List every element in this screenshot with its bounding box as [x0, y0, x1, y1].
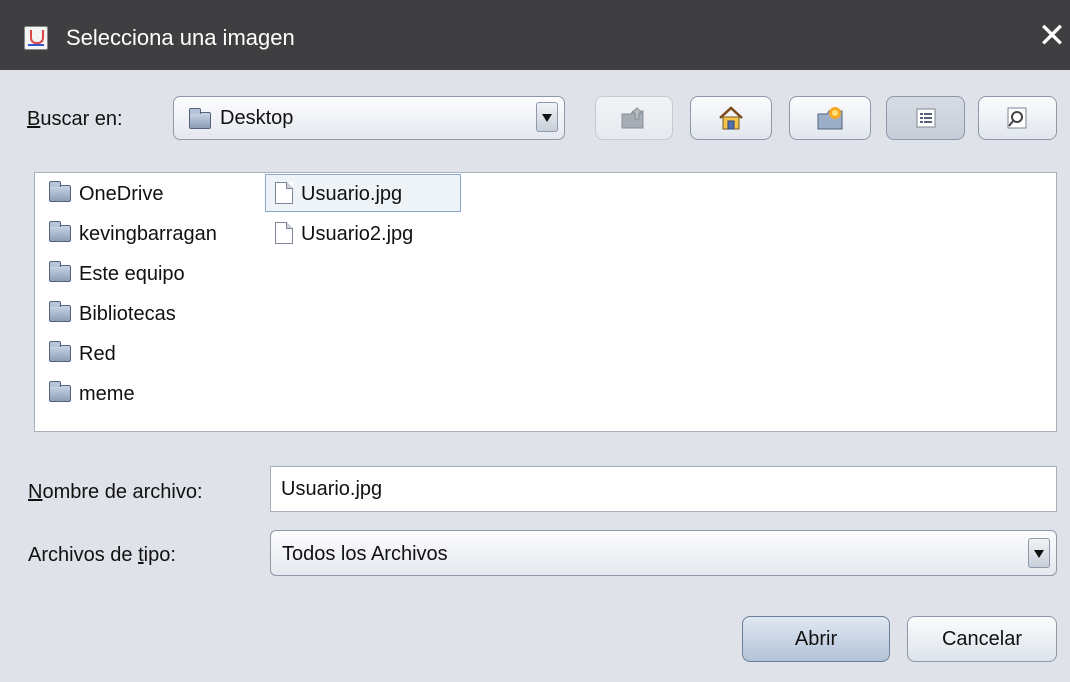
filename-label-mnemonic: N: [28, 481, 43, 503]
item-label: Este equipo: [79, 263, 185, 285]
list-view-button[interactable]: [886, 96, 965, 140]
open-button[interactable]: Abrir: [742, 616, 890, 662]
close-button[interactable]: ✕: [1036, 18, 1068, 54]
list-item[interactable]: kevingbarragan: [49, 215, 217, 253]
item-label: meme: [79, 383, 135, 405]
filetype-value: Todos los Archivos: [282, 543, 448, 565]
up-folder-icon: [621, 107, 644, 129]
file-icon: [275, 222, 293, 245]
item-label: Usuario.jpg: [301, 183, 403, 205]
folder-icon: [49, 300, 71, 322]
java-app-icon: [24, 26, 48, 50]
home-button[interactable]: [690, 96, 772, 140]
details-view-button[interactable]: [978, 96, 1057, 140]
item-label: Red: [79, 343, 116, 365]
lookin-label: Buscar en:: [27, 107, 123, 131]
list-item[interactable]: Bibliotecas: [49, 295, 176, 333]
filetype-label-text: Archivos de: [28, 544, 139, 566]
filetype-label: Archivos de tipo:: [28, 543, 176, 567]
list-item[interactable]: OneDrive: [49, 175, 163, 213]
folder-icon: [49, 220, 71, 242]
list-item[interactable]: meme: [49, 375, 135, 413]
item-label: OneDrive: [79, 183, 164, 205]
folder-icon: [49, 260, 71, 282]
folder-icon: [49, 180, 71, 202]
lookin-label-mnemonic: B: [27, 108, 41, 130]
chevron-down-icon[interactable]: [1028, 538, 1050, 568]
cancel-button[interactable]: Cancelar: [907, 616, 1057, 662]
filetype-label-suffix: ipo:: [143, 544, 176, 566]
folder-icon: [49, 340, 71, 362]
list-item-selected[interactable]: Usuario.jpg: [265, 174, 461, 212]
window-title: Selecciona una imagen: [66, 25, 295, 50]
chevron-down-icon[interactable]: [536, 102, 558, 132]
list-item[interactable]: Red: [49, 335, 116, 373]
title-bar: Selecciona una imagen ✕: [0, 0, 1070, 70]
up-folder-button[interactable]: [595, 96, 673, 140]
lookin-dropdown[interactable]: Desktop: [173, 96, 565, 140]
item-label: Usuario2.jpg: [301, 223, 414, 245]
new-folder-icon: [817, 107, 843, 130]
folder-icon: [49, 380, 71, 402]
new-folder-button[interactable]: [789, 96, 871, 140]
list-view-icon: [916, 108, 935, 128]
filename-label-text: ombre de archivo:: [42, 481, 203, 503]
lookin-label-text: uscar en:: [40, 108, 123, 130]
item-label: kevingbarragan: [79, 223, 217, 245]
file-list[interactable]: OneDrive kevingbarragan Este equipo Bibl…: [34, 172, 1057, 432]
home-icon: [719, 106, 743, 130]
list-item[interactable]: Este equipo: [49, 255, 185, 293]
filename-label: Nombre de archivo:: [28, 480, 203, 504]
lookin-value: Desktop: [220, 107, 294, 129]
file-icon: [275, 182, 293, 205]
filetype-dropdown[interactable]: Todos los Archivos: [270, 530, 1057, 576]
list-item[interactable]: Usuario2.jpg: [275, 215, 413, 253]
item-label: Bibliotecas: [79, 303, 176, 325]
folder-icon: [189, 108, 211, 129]
filename-input[interactable]: Usuario.jpg: [270, 466, 1057, 512]
details-view-icon: [1007, 107, 1026, 129]
